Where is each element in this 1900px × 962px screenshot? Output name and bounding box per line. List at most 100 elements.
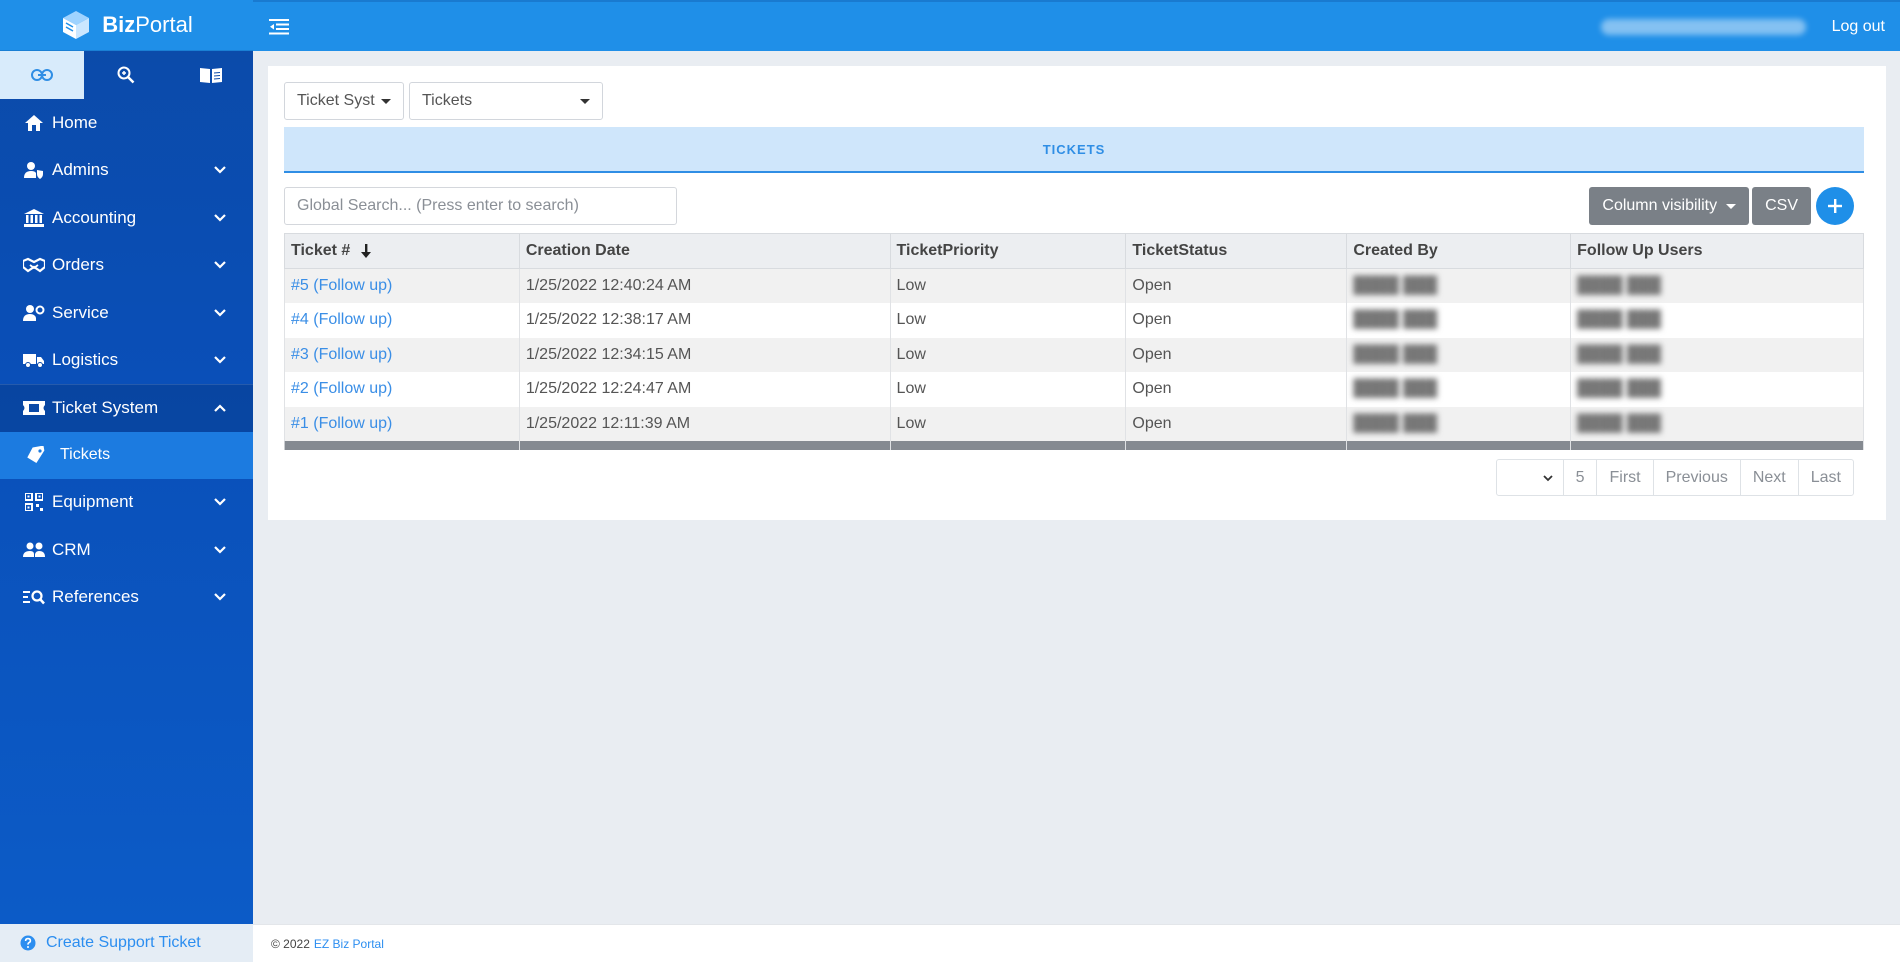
create-support-ticket-link[interactable]: Create Support Ticket bbox=[0, 924, 253, 962]
sidebar-item-logistics[interactable]: Logistics bbox=[0, 337, 253, 385]
logout-link[interactable]: Log out bbox=[1832, 18, 1885, 36]
sidebar-item-service[interactable]: Service bbox=[0, 289, 253, 337]
sidebar-item-label: Home bbox=[52, 112, 98, 132]
sidebar-item-equipment[interactable]: Equipment bbox=[0, 479, 253, 527]
tag-icon bbox=[26, 446, 48, 464]
sidebar-item-admins[interactable]: Admins bbox=[0, 147, 253, 195]
chevron-down-icon bbox=[214, 356, 226, 364]
follow-up-users-cell: ████ ███ bbox=[1570, 268, 1864, 303]
pagination: 5 First Previous Next Last bbox=[1495, 459, 1854, 496]
csv-export-button[interactable]: CSV bbox=[1752, 187, 1811, 225]
home-icon bbox=[22, 113, 46, 133]
sidebar-item-references[interactable]: References bbox=[0, 574, 253, 622]
ticket-cell: #1 (Follow up) bbox=[284, 406, 520, 441]
column-header-priority[interactable]: TicketPriority bbox=[889, 233, 1127, 269]
ticket-link[interactable]: #2 (Follow up) bbox=[291, 380, 392, 397]
column-visibility-button[interactable]: Column visibility bbox=[1589, 187, 1750, 225]
user-email-redacted bbox=[1600, 18, 1806, 35]
column-header-ticket[interactable]: Ticket # bbox=[284, 233, 520, 269]
redacted-user: ████ ███ bbox=[1577, 277, 1661, 294]
footer-cell bbox=[518, 441, 891, 450]
sidebar-item-label: Equipment bbox=[52, 492, 134, 512]
global-search-input[interactable] bbox=[284, 187, 677, 225]
breadcrumb-system-label: Ticket System bbox=[297, 92, 375, 109]
brand-name: BizPortal bbox=[102, 12, 193, 37]
page-size-select[interactable] bbox=[1497, 460, 1563, 495]
column-header-label: Ticket # bbox=[291, 242, 351, 259]
chevron-down-icon bbox=[214, 261, 226, 269]
redacted-user: ████ ███ bbox=[1353, 414, 1438, 432]
ticket-link[interactable]: #5 (Follow up) bbox=[291, 277, 392, 294]
sidebar-item-label: Ticket System bbox=[52, 398, 159, 418]
chevron-down-icon bbox=[214, 213, 226, 222]
column-header-status[interactable]: TicketStatus bbox=[1125, 233, 1348, 269]
last-page-button[interactable]: Last bbox=[1797, 460, 1853, 495]
sidebar-item-label: Admins bbox=[52, 160, 109, 180]
footer-cell bbox=[1125, 441, 1348, 450]
ticket-cell: #5 (Follow up) bbox=[284, 268, 520, 303]
table-row: #3 (Follow up) 1/25/2022 12:34:15 AM Low… bbox=[284, 337, 1864, 372]
caret-down-icon bbox=[580, 98, 590, 104]
column-header-created-by[interactable]: Created By bbox=[1346, 233, 1572, 269]
created-by-cell: ████ ███ bbox=[1346, 303, 1572, 338]
follow-up-users-cell: ████ ███ bbox=[1570, 303, 1864, 338]
menu-toggle-button[interactable] bbox=[267, 15, 291, 39]
table-row: #2 (Follow up) 1/25/2022 12:24:47 AM Low… bbox=[284, 372, 1864, 407]
footer-brand-link[interactable]: EZ Biz Portal bbox=[314, 937, 384, 951]
table-row: #4 (Follow up) 1/25/2022 12:38:17 AM Low… bbox=[284, 303, 1864, 338]
sidebar-item-home[interactable]: Home bbox=[0, 99, 253, 147]
footer-cell bbox=[1346, 441, 1572, 450]
sidebar-item-crm[interactable]: CRM bbox=[0, 526, 253, 574]
previous-page-button[interactable]: Previous bbox=[1652, 460, 1740, 495]
ticket-link[interactable]: #1 (Follow up) bbox=[291, 415, 392, 432]
list-search-icon bbox=[22, 587, 46, 607]
sidebar-item-ticket-system[interactable]: Ticket System bbox=[0, 384, 253, 432]
sidebar-tab-book[interactable] bbox=[169, 51, 253, 99]
sidebar-tab-links[interactable] bbox=[0, 51, 85, 99]
sidebar-item-label: Logistics bbox=[52, 350, 119, 370]
column-header-follow-up-users[interactable]: Follow Up Users bbox=[1570, 233, 1864, 269]
chevron-down-icon bbox=[1542, 474, 1553, 481]
ticket-cell: #4 (Follow up) bbox=[284, 303, 520, 338]
column-header-creation-date[interactable]: Creation Date bbox=[518, 233, 891, 269]
ticket-link[interactable]: #3 (Follow up) bbox=[291, 346, 392, 363]
column-visibility-label: Column visibility bbox=[1602, 197, 1718, 214]
chevron-down-icon bbox=[214, 593, 226, 601]
table-row: #1 (Follow up) 1/25/2022 12:11:39 AM Low… bbox=[284, 406, 1864, 441]
book-icon bbox=[199, 68, 222, 83]
next-page-button[interactable]: Next bbox=[1739, 460, 1798, 495]
redacted-user: ████ ███ bbox=[1353, 277, 1438, 294]
users-icon bbox=[22, 540, 46, 560]
created-by-cell: ████ ███ bbox=[1346, 337, 1572, 372]
ticket-link[interactable]: #4 (Follow up) bbox=[291, 311, 392, 328]
priority-cell: Low bbox=[889, 372, 1127, 407]
follow-up-users-cell: ████ ███ bbox=[1570, 337, 1864, 372]
sidebar-tab-search[interactable] bbox=[84, 51, 168, 99]
caret-down-icon bbox=[381, 98, 391, 104]
brand-logo[interactable]: BizPortal bbox=[0, 0, 253, 51]
created-by-cell: ████ ███ bbox=[1346, 372, 1572, 407]
status-cell: Open bbox=[1125, 406, 1348, 441]
sidebar-item-accounting[interactable]: Accounting bbox=[0, 194, 253, 242]
section-title: TICKETS bbox=[284, 127, 1864, 173]
priority-cell: Low bbox=[889, 337, 1127, 372]
chevron-down-icon bbox=[214, 545, 226, 554]
created-by-cell: ████ ███ bbox=[1346, 406, 1572, 441]
first-page-button[interactable]: First bbox=[1596, 460, 1652, 495]
sidebar-item-tickets[interactable]: Tickets bbox=[0, 431, 253, 479]
cube-logo-icon bbox=[63, 11, 90, 39]
sidebar-item-orders[interactable]: Orders bbox=[0, 242, 253, 290]
support-link-label: Create Support Ticket bbox=[46, 934, 201, 951]
footer-cell bbox=[1570, 441, 1864, 450]
breadcrumb-system-dropdown[interactable]: Ticket System bbox=[284, 82, 404, 120]
breadcrumb-page-dropdown[interactable]: Tickets bbox=[409, 82, 603, 120]
sidebar-item-label: Orders bbox=[52, 255, 104, 275]
creation-date-cell: 1/25/2022 12:24:47 AM bbox=[518, 372, 891, 407]
add-ticket-button[interactable] bbox=[1816, 187, 1854, 225]
priority-cell: Low bbox=[889, 268, 1127, 303]
creation-date-cell: 1/25/2022 12:34:15 AM bbox=[518, 337, 891, 372]
creation-date-cell: 1/25/2022 12:38:17 AM bbox=[518, 303, 891, 338]
sort-down-icon bbox=[360, 243, 371, 258]
tickets-table: Ticket # Creation Date TicketPriority Ti… bbox=[284, 233, 1864, 450]
ticket-icon bbox=[22, 398, 46, 418]
